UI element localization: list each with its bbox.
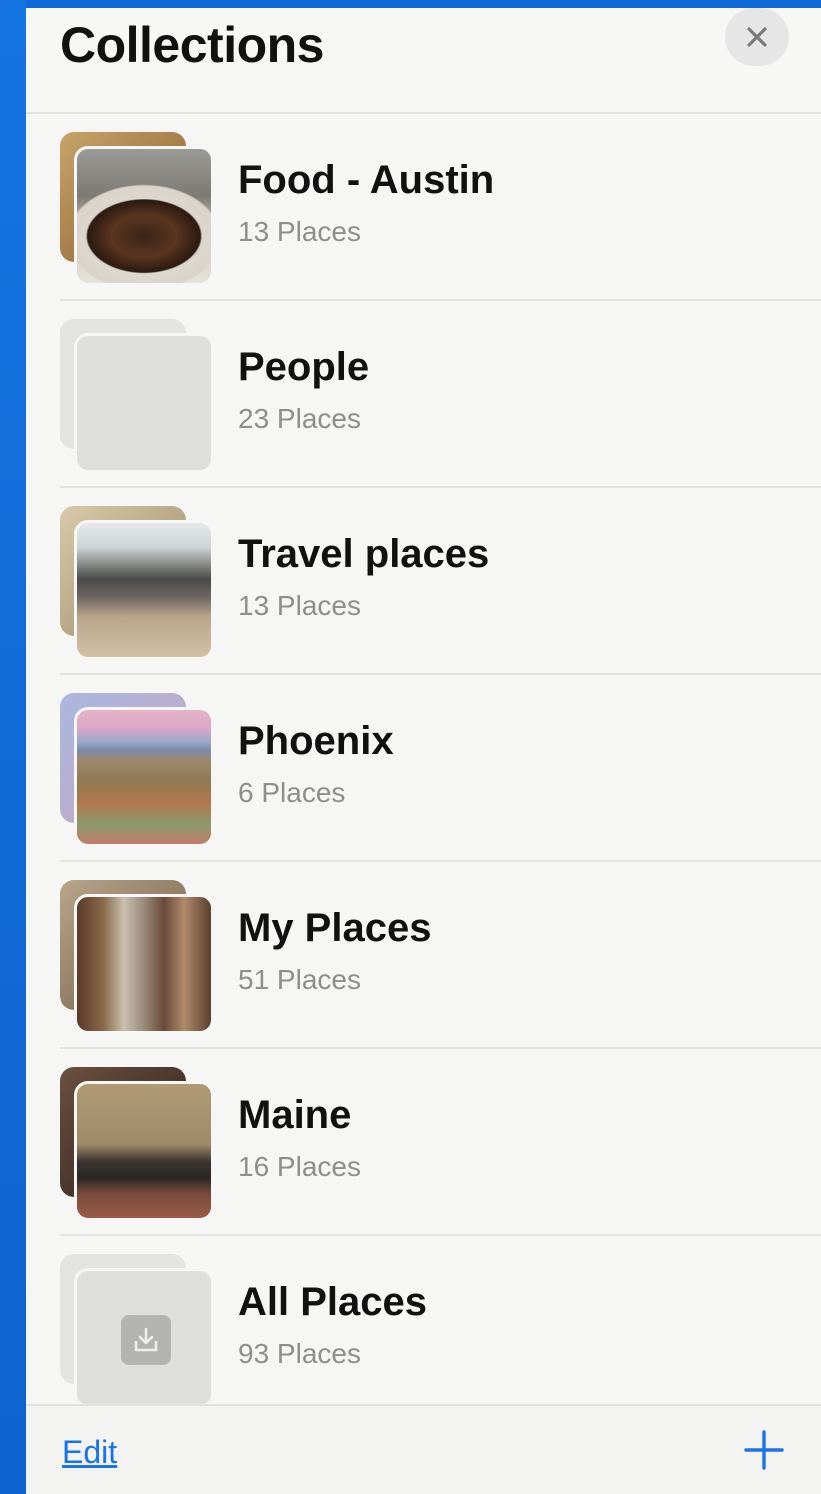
collection-row-people[interactable]: People 23 Places: [26, 301, 821, 488]
all-places-thumbnail: [74, 1268, 214, 1408]
bottom-toolbar: Edit: [26, 1404, 821, 1494]
collection-row-all-places[interactable]: All Places 93 Places: [26, 1236, 821, 1423]
collection-count: 6 Places: [238, 777, 346, 808]
collection-row-phoenix[interactable]: Phoenix 6 Places: [26, 675, 821, 862]
collection-thumbnail: [60, 132, 220, 292]
collection-count: 13 Places: [238, 216, 361, 247]
collection-row-my-places[interactable]: My Places 51 Places: [26, 862, 821, 1049]
collection-count: 13 Places: [238, 590, 361, 621]
store-interior-photo: [74, 894, 214, 1034]
empty-thumbnail: [74, 333, 214, 473]
collection-thumbnail: [60, 693, 220, 853]
collection-name: All Places: [238, 1280, 428, 1324]
page-title: Collections: [60, 17, 324, 73]
collection-count: 51 Places: [238, 964, 361, 995]
collection-name: Travel places: [238, 532, 490, 576]
window-frame-left: [0, 0, 26, 1494]
collection-name: Phoenix: [238, 719, 394, 763]
edit-button[interactable]: Edit: [62, 1434, 117, 1471]
collections-list: Food - Austin 13 Places People 23 Places…: [26, 114, 821, 1423]
collection-row-travel-places[interactable]: Travel places 13 Places: [26, 488, 821, 675]
download-icon: [121, 1315, 171, 1365]
collection-thumbnail: [60, 506, 220, 666]
aerial-city-photo: [74, 707, 214, 847]
add-collection-button[interactable]: [742, 1428, 786, 1472]
collections-sheet: Collections Food - Austin 13 Places Peop…: [26, 8, 821, 1494]
close-button[interactable]: [725, 8, 789, 66]
collection-name: People: [238, 345, 370, 389]
collection-count: 23 Places: [238, 403, 361, 434]
collection-row-maine[interactable]: Maine 16 Places: [26, 1049, 821, 1236]
cafe-interior-photo: [74, 520, 214, 660]
collection-count: 16 Places: [238, 1151, 361, 1182]
collection-count: 93 Places: [238, 1338, 361, 1369]
collection-name: My Places: [238, 906, 432, 950]
collection-thumbnail: [60, 1067, 220, 1227]
collection-name: Food - Austin: [238, 158, 495, 202]
food-photo: [74, 146, 214, 286]
window-frame-top: [0, 0, 821, 8]
collection-name: Maine: [238, 1093, 352, 1137]
collection-thumbnail: [60, 319, 220, 479]
close-icon: [747, 27, 767, 47]
collection-thumbnail: [60, 880, 220, 1040]
collection-row-food-austin[interactable]: Food - Austin 13 Places: [26, 114, 821, 301]
collection-thumbnail: [60, 1254, 220, 1414]
plus-icon: [744, 1430, 784, 1470]
header: Collections: [26, 8, 821, 114]
living-room-photo: [74, 1081, 214, 1221]
